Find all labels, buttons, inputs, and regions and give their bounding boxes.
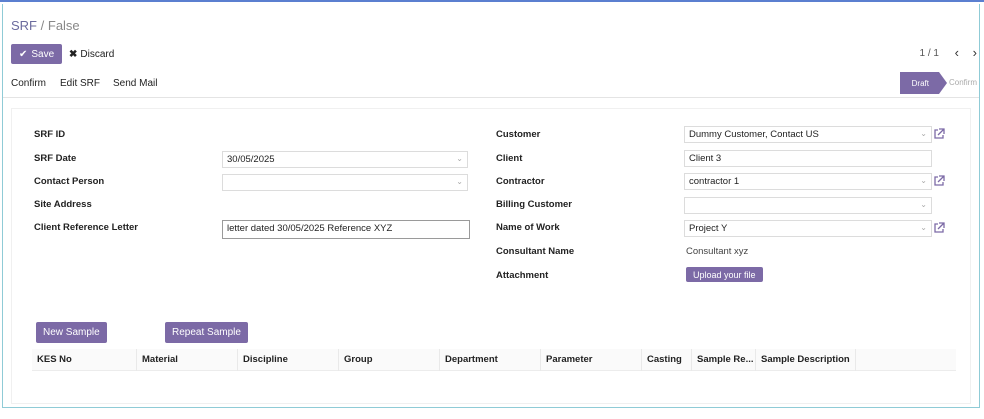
customer-label: Customer [496,129,541,140]
save-label: Save [31,48,55,60]
breadcrumb-separator: / [40,18,45,33]
control-panel: SRF / False ✔ Save ✖ Discard 1 / 1 ‹ › C… [3,4,979,98]
chevron-down-icon: ⌄ [920,176,927,185]
pager-next-button[interactable]: › [973,45,977,60]
send-mail-button[interactable]: Send Mail [113,78,157,89]
column-header[interactable]: Material [136,349,237,371]
status-confirm[interactable]: Confirm [949,78,977,87]
external-link-icon[interactable] [933,128,945,140]
discard-button[interactable]: ✖ Discard [65,44,118,64]
srf-date-field[interactable]: 30/05/2025 ⌄ [222,151,468,168]
srf-id-label: SRF ID [34,129,66,140]
client-value: Client 3 [689,153,722,164]
attachment-label: Attachment [496,270,549,281]
column-header[interactable]: Sample Re... [691,349,755,371]
client-field[interactable]: Client 3 [684,150,932,167]
breadcrumb: SRF / False [11,18,80,33]
customer-value: Dummy Customer, Contact US [689,129,819,140]
repeat-sample-button[interactable]: Repeat Sample [165,322,248,343]
client-label: Client [496,153,523,164]
contractor-value: contractor 1 [689,176,740,187]
client-reference-letter-label: Client Reference Letter [34,222,139,233]
upload-file-button[interactable]: Upload your file [686,267,763,282]
chevron-down-icon: ⌄ [920,129,927,138]
column-header[interactable]: Parameter [540,349,641,371]
column-header[interactable]: Casting [641,349,691,371]
contact-person-label: Contact Person [34,176,105,187]
contractor-field[interactable]: contractor 1 ⌄ [684,173,932,190]
column-header[interactable]: Discipline [237,349,338,371]
external-link-icon[interactable] [933,175,945,187]
column-header[interactable]: Sample Description [755,349,855,371]
new-sample-button[interactable]: New Sample [36,322,107,343]
billing-customer-label: Billing Customer [496,199,573,210]
breadcrumb-current: False [47,18,80,33]
form-view: SRF / False ✔ Save ✖ Discard 1 / 1 ‹ › C… [2,4,980,408]
chevron-down-icon: ⌄ [456,154,463,163]
statusbar: Confirm Edit SRF Send Mail Draft Confirm [3,72,979,98]
consultant-name-value: Consultant xyz [686,246,749,257]
contractor-label: Contractor [496,176,545,187]
srf-date-value: 30/05/2025 [227,154,275,165]
column-header-empty [855,349,956,371]
pager-value: 1 / 1 [919,48,939,59]
name-of-work-value: Project Y [689,223,728,234]
discard-label: Discard [80,48,115,60]
app-window: SRF / False ✔ Save ✖ Discard 1 / 1 ‹ › C… [0,0,984,419]
site-address-label: Site Address [34,199,92,210]
external-link-icon[interactable] [933,222,945,234]
chevron-down-icon: ⌄ [456,177,463,186]
column-header[interactable]: Group [338,349,439,371]
status-draft[interactable]: Draft [899,72,948,94]
name-of-work-field[interactable]: Project Y ⌄ [684,220,932,237]
contact-person-field[interactable]: ⌄ [222,174,468,191]
check-icon: ✔ [19,48,28,60]
customer-field[interactable]: Dummy Customer, Contact US ⌄ [684,126,932,143]
client-reference-letter-value: letter dated 30/05/2025 Reference XYZ [227,223,393,234]
close-icon: ✖ [69,48,78,60]
form-sheet: SRF ID SRF Date 30/05/2025 ⌄ Contact Per… [11,108,971,404]
samples-table-header: KES No Material Discipline Group Departm… [32,349,956,371]
pager-previous-button[interactable]: ‹ [955,45,959,60]
name-of-work-label: Name of Work [496,222,560,233]
edit-srf-button[interactable]: Edit SRF [60,78,100,89]
breadcrumb-parent[interactable]: SRF [11,18,37,33]
consultant-name-label: Consultant Name [496,246,575,257]
confirm-button[interactable]: Confirm [11,78,46,89]
column-header[interactable]: KES No [32,349,136,371]
srf-date-label: SRF Date [34,153,77,164]
save-button[interactable]: ✔ Save [11,44,63,64]
chevron-down-icon: ⌄ [920,223,927,232]
column-header[interactable]: Department [439,349,540,371]
billing-customer-field[interactable]: ⌄ [684,197,932,214]
client-reference-letter-field[interactable]: letter dated 30/05/2025 Reference XYZ [222,220,470,239]
chevron-down-icon: ⌄ [920,200,927,209]
